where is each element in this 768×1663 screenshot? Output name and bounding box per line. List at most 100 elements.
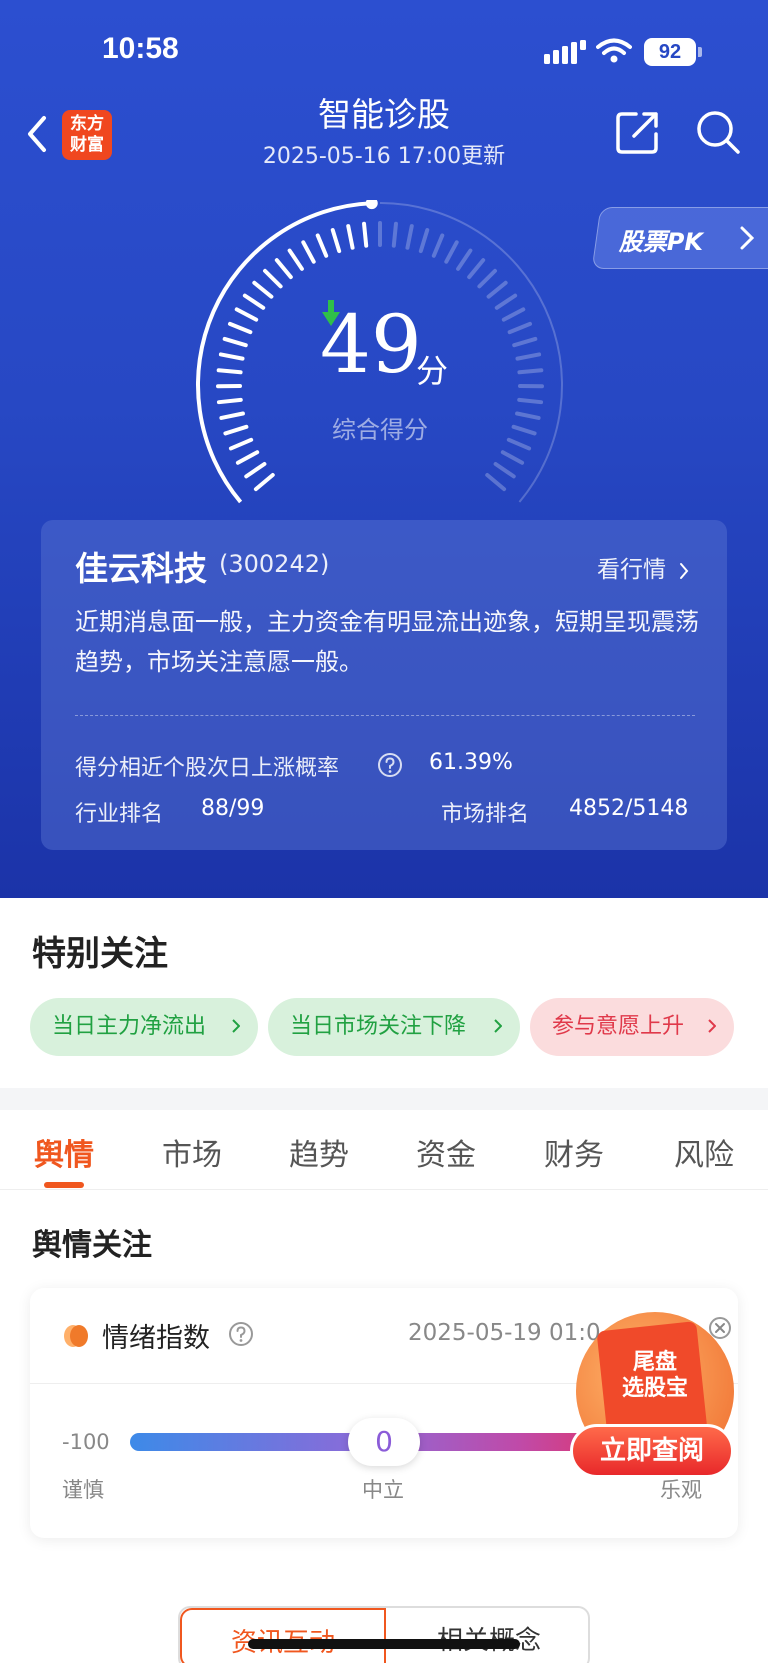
- chevron-right-icon: [232, 1019, 240, 1033]
- gauge-tick: [507, 321, 533, 335]
- gauge-tick: [405, 224, 414, 250]
- section-gap: [0, 1088, 768, 1110]
- signal-icon: [544, 40, 586, 64]
- gauge-tick: [301, 240, 316, 264]
- close-icon[interactable]: [708, 1316, 732, 1340]
- gauge-tick: [287, 248, 304, 271]
- tab-market[interactable]: 市场: [162, 1130, 222, 1174]
- stock-name: 佳云科技: [75, 549, 207, 588]
- tab-risk[interactable]: 风险: [674, 1130, 734, 1174]
- stock-summary-card: 佳云科技 (300242) 看行情 近期消息面一般，主力资金有明显流出迹象，短期…: [41, 520, 727, 850]
- promo-text-line1: 尾盘: [632, 1350, 677, 1375]
- emotion-value-thumb: 0: [348, 1418, 420, 1466]
- gauge-tick: [218, 352, 245, 361]
- gauge-tick: [263, 268, 283, 289]
- promo-text-line2: 选股宝: [621, 1376, 688, 1401]
- nav-bar: 东方 财富 智能诊股 2025-05-16 17:00更新: [0, 82, 768, 172]
- bottom-segmented-tabs: 资讯互动 相关概念: [178, 1606, 590, 1663]
- active-tab-indicator: [44, 1182, 84, 1188]
- attention-chip-capital-outflow[interactable]: 当日主力净流出: [30, 998, 258, 1056]
- gauge-tick: [515, 352, 542, 361]
- gauge-tick: [242, 293, 266, 310]
- sentiment-section-title: 舆情关注: [32, 1228, 152, 1263]
- gauge-tick: [517, 368, 544, 375]
- industry-rank-label: 行业排名: [75, 802, 164, 827]
- arrow-down-icon: [322, 300, 340, 326]
- gauge-tick: [431, 233, 445, 258]
- gauge-tick: [494, 293, 518, 310]
- scale-label-neutral: 中立: [362, 1478, 404, 1502]
- tab-related-concepts[interactable]: 相关概念: [386, 1608, 588, 1663]
- attention-chip-willingness-up[interactable]: 参与意愿上升: [530, 998, 734, 1056]
- scale-label-cautious: 谨慎: [62, 1478, 104, 1502]
- tab-capital[interactable]: 资金: [416, 1130, 476, 1174]
- gauge-tick: [486, 280, 508, 299]
- view-market-label: 看行情: [597, 557, 666, 583]
- industry-rank-value: 88/99: [201, 796, 265, 821]
- gauge-tick: [501, 307, 526, 322]
- chevron-right-icon: [708, 1019, 716, 1033]
- scale-min-label: -100: [62, 1430, 110, 1454]
- tab-finance[interactable]: 财务: [544, 1130, 604, 1174]
- tab-news-interaction[interactable]: 资讯互动: [180, 1608, 386, 1663]
- gauge-tick: [216, 368, 243, 375]
- gauge-tick: [244, 461, 267, 479]
- gauge-tick: [330, 228, 342, 254]
- battery-indicator: 92: [644, 38, 702, 66]
- gauge-tick: [477, 268, 497, 289]
- gauge-tick: [444, 240, 459, 264]
- emotion-icon: [64, 1325, 88, 1347]
- emotion-index-title: 情绪指数: [102, 1323, 210, 1354]
- gauge-tick: [517, 397, 544, 405]
- gauge-tick: [252, 280, 274, 299]
- battery-level: 92: [658, 41, 682, 63]
- gauge-tick: [315, 233, 329, 258]
- market-rank-value: 4852/5148: [569, 796, 689, 821]
- chip-label: 参与意愿上升: [552, 1014, 685, 1039]
- gauge-tick: [500, 450, 525, 465]
- rise-probability-value: 61.39%: [429, 750, 513, 775]
- help-icon[interactable]: [228, 1321, 254, 1347]
- gauge-pointer-dot: [365, 200, 378, 210]
- gauge-tick: [234, 307, 259, 322]
- gauge-tick: [235, 450, 260, 465]
- analysis-tabs: 舆情 市场 趋势 资金 财务 风险: [0, 1110, 768, 1190]
- view-market-link[interactable]: 看行情: [597, 550, 689, 584]
- chevron-right-icon: [740, 226, 755, 250]
- chevron-right-icon: [494, 1019, 502, 1033]
- promo-text: 尾盘 选股宝: [610, 1350, 700, 1402]
- promo-view-button[interactable]: 立即查阅: [570, 1424, 734, 1478]
- gauge-tick: [222, 336, 248, 348]
- score-display: 49 分: [320, 300, 460, 391]
- chip-label: 当日市场关注下降: [290, 1014, 467, 1039]
- market-rank-label: 市场排名: [441, 802, 530, 827]
- special-attention-section: 特别关注 当日主力净流出 当日市场关注下降 参与意愿上升: [0, 898, 768, 1088]
- share-icon[interactable]: [614, 108, 662, 156]
- gauge-tick: [227, 321, 253, 335]
- stock-pk-button[interactable]: 股票PK: [591, 207, 768, 269]
- score-label: 综合得分: [332, 416, 428, 444]
- gauge-tick: [216, 397, 243, 405]
- home-indicator: [248, 1639, 520, 1649]
- attention-chip-market-attention-down[interactable]: 当日市场关注下降: [268, 998, 520, 1056]
- tab-trend[interactable]: 趋势: [289, 1130, 349, 1174]
- chip-label: 当日主力净流出: [52, 1014, 207, 1039]
- wifi-icon: [596, 38, 632, 63]
- tab-sentiment[interactable]: 舆情: [34, 1130, 94, 1174]
- gauge-tick: [456, 248, 473, 271]
- gauge-tick: [391, 221, 398, 248]
- special-attention-title: 特别关注: [32, 934, 168, 974]
- gauge-tick: [346, 224, 355, 250]
- gauge-tick: [493, 461, 516, 479]
- gauge-tick: [253, 472, 275, 492]
- gauge-tick: [512, 336, 538, 348]
- gauge-tick: [467, 258, 486, 280]
- divider: [75, 715, 695, 716]
- status-time: 10:58: [102, 32, 179, 65]
- rise-probability-label: 得分相近个股次日上涨概率: [75, 756, 340, 781]
- stock-pk-label: 股票PK: [618, 228, 703, 256]
- gauge-tick: [485, 472, 507, 492]
- search-icon[interactable]: [694, 108, 742, 156]
- help-icon[interactable]: [377, 752, 403, 778]
- gauge-tick: [418, 228, 430, 254]
